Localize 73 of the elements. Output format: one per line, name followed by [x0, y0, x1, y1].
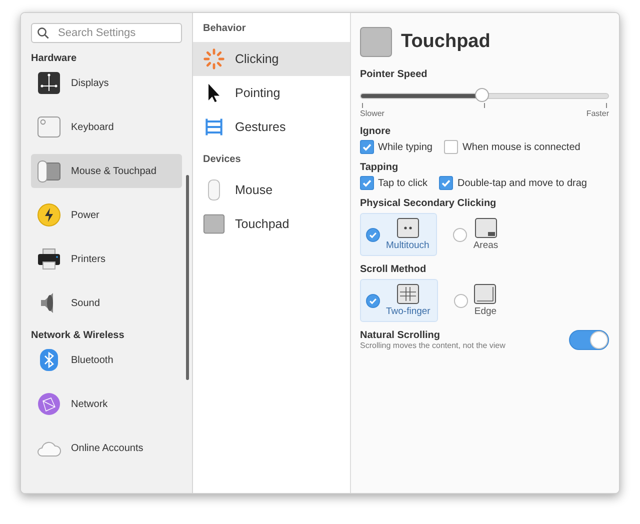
radio-button[interactable] — [453, 228, 468, 242]
tick-mark — [606, 103, 607, 108]
option-label: Multitouch — [386, 240, 430, 251]
option-card[interactable]: Two-finger — [360, 279, 438, 322]
checkbox-label: Tap to click — [378, 178, 428, 188]
option-label: Edge — [474, 306, 497, 317]
checkbox-label: Double-tap and move to drag — [457, 178, 587, 188]
checkbox-label: When mouse is connected — [462, 142, 580, 152]
power-icon — [37, 203, 61, 227]
touchpad-icon — [203, 213, 225, 235]
radio-button[interactable] — [366, 294, 380, 308]
sidebar-item[interactable]: Network — [31, 387, 182, 421]
tick-mark — [484, 103, 485, 108]
sidebar-item[interactable]: Power — [31, 198, 182, 232]
page-title: Touchpad — [401, 31, 490, 53]
setting-label: Physical Secondary Clicking — [360, 198, 498, 209]
grid-icon — [397, 284, 420, 304]
sidebar-item[interactable]: Mouse & Touchpad — [31, 154, 182, 188]
list-item[interactable]: Gestures — [193, 110, 350, 144]
check-icon — [368, 230, 378, 240]
key-icon — [37, 115, 61, 139]
sidebar-item[interactable]: Sound — [31, 286, 182, 320]
edge-icon — [474, 284, 496, 304]
setting-label: Natural Scrolling — [360, 330, 442, 341]
toggle-switch[interactable] — [569, 330, 609, 350]
list-item[interactable]: Mouse — [193, 173, 350, 207]
section-header: Hardware — [31, 53, 78, 64]
printer-icon — [37, 247, 61, 271]
touchpad-icon — [360, 27, 392, 57]
bluetooth-icon — [37, 348, 61, 372]
section-header: Network & Wireless — [31, 330, 126, 341]
option-label: Two-finger — [386, 306, 430, 317]
display-icon — [37, 71, 61, 95]
option-card[interactable]: Multitouch — [360, 213, 438, 256]
tick-mark — [362, 103, 363, 108]
list-item[interactable]: Pointing — [193, 76, 350, 110]
sidebar-item[interactable]: Displays — [31, 66, 182, 100]
speed-slider[interactable] — [360, 89, 609, 103]
setting-label: Tapping — [360, 162, 400, 173]
radio-button[interactable] — [454, 294, 468, 308]
option-card[interactable]: Edge — [448, 279, 505, 322]
section-header: Devices — [202, 154, 242, 165]
search-field[interactable]: Search Settings — [31, 23, 182, 43]
list-item[interactable]: Clicking — [193, 42, 350, 76]
slider-thumb[interactable] — [475, 88, 490, 102]
setting-label: Ignore — [360, 126, 392, 137]
radio-button[interactable] — [366, 228, 380, 242]
option-card[interactable]: Areas — [447, 213, 506, 256]
checkbox[interactable] — [444, 140, 458, 154]
sidebar-item[interactable]: Keyboard — [31, 110, 182, 144]
checkbox[interactable] — [360, 140, 374, 154]
globe-icon — [37, 392, 61, 416]
setting-label: Pointer Speed — [360, 69, 428, 80]
setting-description: Scrolling moves the content, not the view — [360, 341, 506, 350]
corner-area-icon — [474, 218, 497, 238]
sidebar-item[interactable]: Online Accounts — [31, 431, 182, 465]
tick-label: Faster — [586, 109, 609, 118]
list-item[interactable]: Touchpad — [193, 207, 350, 241]
gestures-icon — [203, 116, 225, 138]
two-dots-icon — [396, 218, 419, 238]
mouse-touchpad-icon — [37, 159, 61, 183]
sidebar-item[interactable]: Printers — [31, 242, 182, 276]
setting-label: Scroll Method — [360, 264, 428, 275]
tick-label: Slower — [360, 109, 384, 118]
option-label: Areas — [473, 240, 498, 251]
checkbox-label: While typing — [378, 142, 432, 152]
spinner-icon — [203, 48, 225, 70]
section-header: Behavior — [202, 23, 247, 34]
checkbox[interactable] — [360, 176, 374, 190]
checkbox[interactable] — [439, 176, 454, 190]
sidebar-item[interactable]: Bluetooth — [31, 343, 182, 377]
scrollbar[interactable] — [186, 175, 189, 380]
check-icon — [368, 296, 378, 306]
